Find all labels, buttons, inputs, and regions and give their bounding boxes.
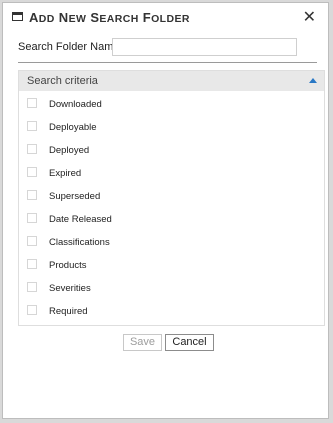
close-icon[interactable]: ✕ xyxy=(303,7,316,27)
search-folder-name-input[interactable] xyxy=(112,38,297,56)
search-folder-name-row: Search Folder Name: xyxy=(18,38,318,58)
divider xyxy=(18,62,317,63)
window-icon xyxy=(12,12,23,21)
criteria-item-expired: Expired xyxy=(19,165,324,183)
criteria-item-classifications: Classifications xyxy=(19,234,324,252)
dialog-title: ADD NEW SEARCH FOLDER xyxy=(29,10,190,25)
criteria-label: Downloaded xyxy=(49,99,102,110)
criteria-label: Date Released xyxy=(49,214,112,225)
criteria-item-severities: Severities xyxy=(19,280,324,298)
checkbox[interactable] xyxy=(27,305,37,315)
search-criteria-panel: Search criteria Downloaded Deployable De… xyxy=(18,70,325,326)
search-folder-name-label: Search Folder Name: xyxy=(18,41,123,53)
search-criteria-header[interactable]: Search criteria xyxy=(19,71,324,91)
checkbox[interactable] xyxy=(27,190,37,200)
collapse-arrow-icon[interactable] xyxy=(309,78,317,83)
criteria-item-superseded: Superseded xyxy=(19,188,324,206)
search-criteria-title: Search criteria xyxy=(27,75,98,87)
checkbox[interactable] xyxy=(27,282,37,292)
criteria-label: Superseded xyxy=(49,191,101,202)
checkbox[interactable] xyxy=(27,236,37,246)
criteria-item-downloaded: Downloaded xyxy=(19,96,324,114)
criteria-label: Deployed xyxy=(49,145,90,156)
criteria-label: Expired xyxy=(49,168,82,179)
checkbox[interactable] xyxy=(27,98,37,108)
checkbox[interactable] xyxy=(27,167,37,177)
title-bar: ADD NEW SEARCH FOLDER ✕ xyxy=(3,3,328,33)
criteria-item-required: Required xyxy=(19,303,324,321)
cancel-button[interactable]: Cancel xyxy=(165,334,214,351)
criteria-item-date-released: Date Released xyxy=(19,211,324,229)
criteria-label: Products xyxy=(49,260,87,271)
criteria-item-products: Products xyxy=(19,257,324,275)
criteria-label: Severities xyxy=(49,283,91,294)
criteria-item-deployable: Deployable xyxy=(19,119,324,137)
criteria-label: Required xyxy=(49,306,88,317)
criteria-label: Deployable xyxy=(49,122,97,133)
criteria-label: Classifications xyxy=(49,237,110,248)
checkbox[interactable] xyxy=(27,144,37,154)
save-button[interactable]: Save xyxy=(123,334,162,351)
add-search-folder-dialog: ADD NEW SEARCH FOLDER ✕ Search Folder Na… xyxy=(2,2,329,419)
criteria-item-deployed: Deployed xyxy=(19,142,324,160)
checkbox[interactable] xyxy=(27,121,37,131)
checkbox[interactable] xyxy=(27,213,37,223)
checkbox[interactable] xyxy=(27,259,37,269)
